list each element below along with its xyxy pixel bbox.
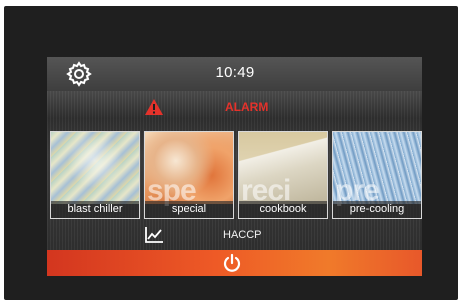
warning-triangle-icon [145, 99, 163, 115]
power-icon[interactable] [222, 253, 242, 273]
alarm-indicator[interactable]: ALARM [47, 97, 422, 119]
tile-label: blast chiller [51, 201, 139, 218]
blast-chiller-image [51, 132, 139, 204]
gear-icon[interactable] [66, 61, 92, 87]
haccp-label: HACCP [223, 229, 262, 241]
tile-label: cookbook [239, 201, 327, 218]
tile-label: pre-cooling [333, 201, 421, 218]
device-bezel: 10:49 ALARM blast chiller spe special re… [4, 6, 458, 300]
haccp-button[interactable]: HACCP [47, 223, 422, 249]
top-bar: 10:49 [47, 57, 422, 91]
tile-pre-cooling[interactable]: pre pre-cooling [332, 131, 422, 219]
tile-cookbook[interactable]: reci cookbook [238, 131, 328, 219]
touch-screen: 10:49 ALARM blast chiller spe special re… [47, 57, 422, 276]
power-bar[interactable] [47, 250, 422, 276]
chart-line-icon [145, 227, 163, 243]
tile-label: special [145, 201, 233, 218]
tile-special[interactable]: spe special [144, 131, 234, 219]
clock-time: 10:49 [215, 64, 255, 81]
tile-blast-chiller[interactable]: blast chiller [50, 131, 140, 219]
alarm-label: ALARM [225, 100, 269, 114]
